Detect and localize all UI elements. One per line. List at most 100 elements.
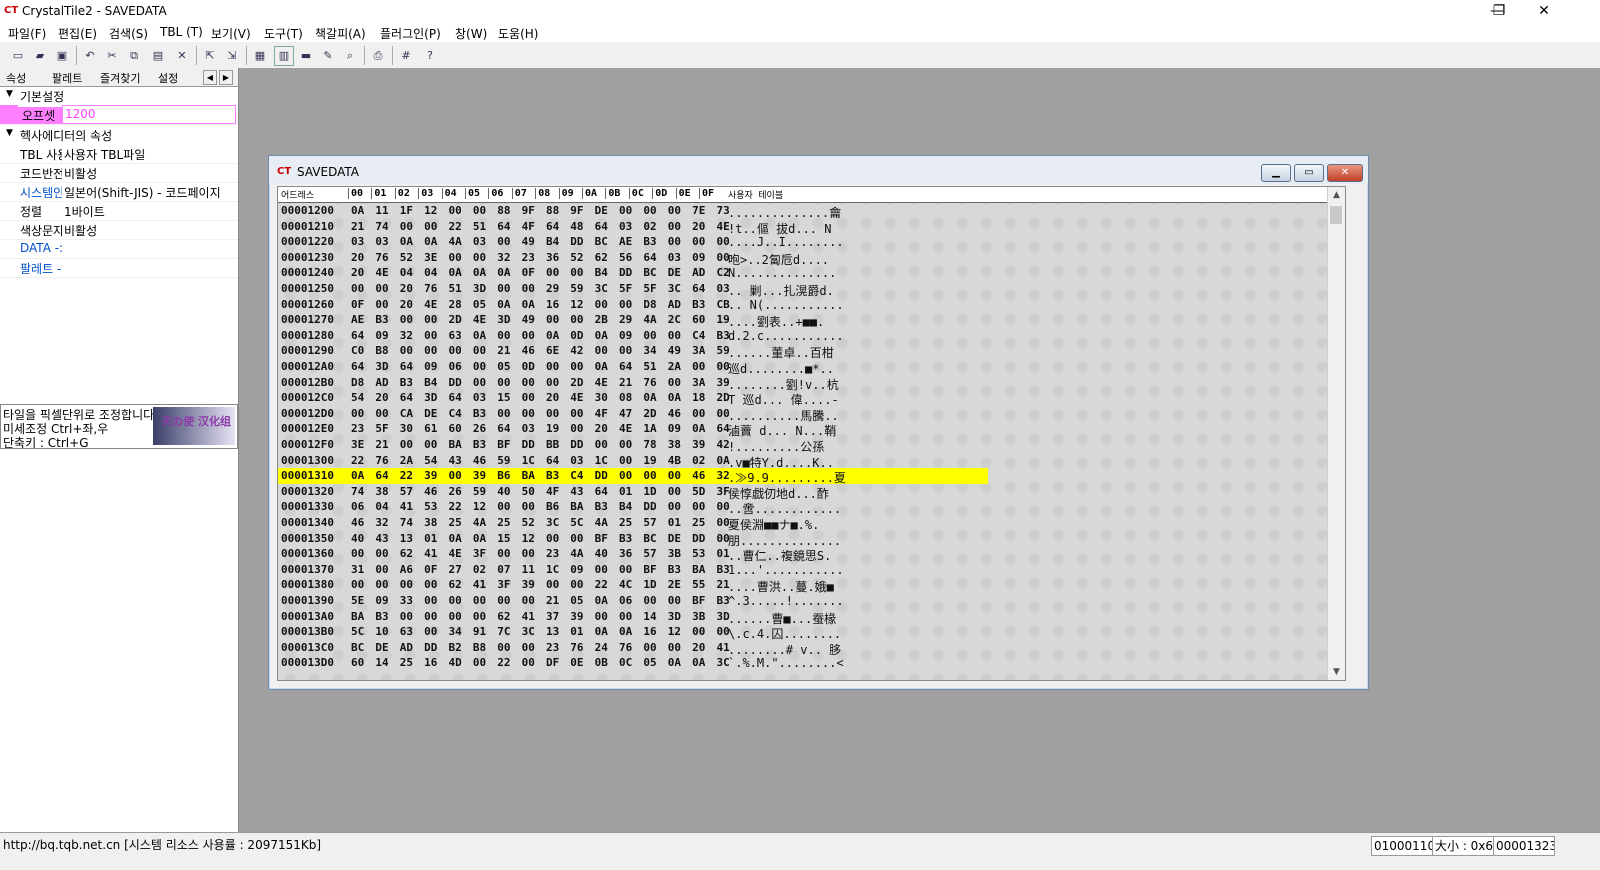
hex-bytes[interactable]: 64 3D 64 09 06 00 05 0D 00 00 0A 64 51 2… (351, 360, 730, 373)
prop-offset[interactable]: 오프셋 1200 (0, 105, 238, 125)
scroll-up-icon[interactable]: ▲ (1328, 187, 1345, 203)
scroll-down-icon[interactable]: ▼ (1328, 664, 1345, 680)
child-maximize-button[interactable]: ▭ (1294, 164, 1324, 182)
hex-row[interactable]: 00001240 20 4E 04 04 0A 0A 0A 0F 00 00 B4… (278, 265, 988, 281)
child-minimize-button[interactable]: ▁ (1261, 164, 1291, 182)
menu-tools[interactable]: 도구(T) (264, 25, 303, 42)
menu-window[interactable]: 창(W) (455, 25, 487, 42)
vertical-scrollbar[interactable]: ▲ ▼ (1327, 187, 1345, 680)
hex-bytes[interactable]: BA B3 00 00 00 00 62 41 37 39 00 00 14 3… (351, 610, 730, 623)
hex-bytes[interactable]: 64 09 32 00 63 0A 00 00 0A 0D 0A 09 00 0… (351, 329, 730, 342)
hex-bytes[interactable]: 00 00 00 00 62 41 3F 39 00 00 22 4C 1D 2… (351, 578, 730, 591)
hex-bytes[interactable]: C0 B8 00 00 00 00 21 46 6E 42 00 00 34 4… (351, 344, 730, 357)
edit-icon[interactable]: ✎ (318, 46, 338, 66)
hex-bytes[interactable]: 54 20 64 3D 64 03 15 00 20 4E 30 08 0A 0… (351, 391, 730, 404)
hex-row[interactable]: 00001220 03 03 0A 0A 4A 03 00 49 B4 DD BC… (278, 234, 988, 250)
tab-scroll-right-icon[interactable]: ▶ (219, 70, 233, 85)
prop-code-reverse[interactable]: 코드반전 비활성 (0, 163, 238, 183)
hex-bytes[interactable]: 21 74 00 00 22 51 64 4F 64 48 64 03 02 0… (351, 220, 730, 233)
hex-text[interactable]: d.2.c........... (728, 329, 844, 343)
menu-tbl[interactable]: TBL (T) (160, 25, 203, 39)
hex-text[interactable]: `.%.M."........< (728, 656, 844, 670)
hex-row[interactable]: 00001390 5E 09 33 00 00 00 00 00 21 05 0A… (278, 593, 988, 609)
menu-bookmark[interactable]: 책갈피(A) (315, 25, 366, 42)
hex-row[interactable]: 00001360 00 00 62 41 4E 3F 00 00 23 4A 40… (278, 546, 988, 563)
hex-bytes[interactable]: 23 5F 30 61 60 26 64 03 19 00 20 4E 1A 0… (351, 422, 730, 435)
hex-bytes[interactable]: D8 AD B3 B4 DD 00 00 00 00 2D 4E 21 76 0… (351, 376, 730, 389)
close-button[interactable]: ✕ (1521, 0, 1567, 22)
hex-bytes[interactable]: 20 76 52 3E 00 00 32 23 36 52 62 56 64 0… (351, 251, 730, 264)
hex-row[interactable]: 00001300 22 76 2A 54 43 46 59 1C 64 03 1C… (278, 453, 988, 470)
hex-row[interactable]: 000013C0 BC DE AD DD B2 B8 00 00 23 76 24… (278, 640, 988, 657)
hex-bytes[interactable]: BC DE AD DD B2 B8 00 00 23 76 24 76 00 0… (351, 641, 730, 654)
hex-row[interactable]: 000012F0 3E 21 00 00 BA B3 BF DD BB DD 00… (278, 437, 988, 454)
hex-bytes[interactable]: 00 00 62 41 4E 3F 00 00 23 4A 40 36 57 3… (351, 547, 730, 560)
delete-icon[interactable]: ✕ (172, 46, 192, 66)
hex-bytes[interactable]: 74 38 57 46 26 59 40 50 4F 43 64 01 1D 0… (351, 485, 730, 498)
hex-row[interactable]: 00001310 0A 64 22 39 00 39 B6 BA B3 C4 DD… (278, 468, 988, 485)
cut-icon[interactable]: ✂ (102, 46, 122, 66)
hex-bytes[interactable]: 0A 11 1F 12 00 00 88 9F 88 9F DE 00 00 0… (351, 204, 730, 217)
hex-bytes[interactable]: 20 4E 04 04 0A 0A 0A 0F 00 00 B4 DD BC D… (351, 266, 730, 279)
menu-edit[interactable]: 편집(E) (58, 25, 97, 42)
restore-button[interactable]: ❐ (1476, 0, 1522, 22)
hex-row[interactable]: 00001270 AE B3 00 00 2D 4E 3D 49 00 00 2B… (278, 312, 988, 329)
hex-row[interactable]: 00001370 31 00 A6 0F 27 02 07 11 1C 09 00… (278, 562, 988, 578)
hex-row[interactable]: 000012E0 23 5F 30 61 60 26 64 03 19 00 20… (278, 421, 988, 438)
menu-help[interactable]: 도움(H) (498, 25, 538, 42)
text-view-icon[interactable]: ▬ (296, 46, 316, 66)
help-icon[interactable]: ? (420, 46, 440, 66)
hex-row[interactable]: 00001320 74 38 57 46 26 59 40 50 4F 43 64… (278, 484, 988, 501)
hex-bytes[interactable]: 00 00 20 76 51 3D 00 00 29 59 3C 5F 5F 3… (351, 282, 730, 295)
hex-text[interactable]: ^.3.....!....... (728, 594, 844, 608)
search-icon[interactable]: ⌕ (340, 46, 360, 66)
hex-bytes[interactable]: 22 76 2A 54 43 46 59 1C 64 03 1C 00 19 4… (351, 454, 730, 467)
hex-editor[interactable]: 어드레스 사용자 테이블 00 01 02 03 04 05 06 07 08 09 0A 0B 0C 0… (277, 186, 1346, 681)
prop-tbl[interactable]: TBL 사용 사용자 TBL파일 (0, 144, 238, 164)
group-hex-editor[interactable]: ▼ 헥사에디터의 속성 (0, 125, 238, 144)
hex-bytes[interactable]: 00 00 CA DE C4 B3 00 00 00 00 4F 47 2D 4… (351, 407, 730, 420)
prop-palette[interactable]: 팔레트 - (0, 258, 238, 278)
hex-row[interactable]: 00001200 0A 11 1F 12 00 00 88 9F 88 9F DE… (278, 203, 988, 220)
prop-color-text[interactable]: 색상문자 비활성 (0, 220, 238, 240)
hex-row[interactable]: 000013D0 60 14 25 16 4D 00 22 00 DF 0E 0B… (278, 655, 988, 671)
hex-bytes[interactable]: 60 14 25 16 4D 00 22 00 DF 0E 0B 0C 05 0… (351, 656, 730, 669)
hex-text[interactable]: ....J..I........ (728, 235, 844, 249)
hex-view-icon[interactable]: ▥ (274, 46, 294, 66)
export-icon[interactable]: ⇲ (222, 46, 242, 66)
tab-properties[interactable]: 속성 (6, 70, 26, 86)
hex-row[interactable]: 000012B0 D8 AD B3 B4 DD 00 00 00 00 2D 4E… (278, 375, 988, 392)
hex-row[interactable]: 000012C0 54 20 64 3D 64 03 15 00 20 4E 30… (278, 390, 988, 407)
hex-row[interactable]: 000012D0 00 00 CA DE C4 B3 00 00 00 00 4F… (278, 406, 988, 423)
undo-icon[interactable]: ↶ (80, 46, 100, 66)
copy-icon[interactable]: ⧉ (124, 46, 144, 66)
hex-row[interactable]: 00001280 64 09 32 00 63 0A 00 00 0A 0D 0A… (278, 328, 988, 344)
menu-plugin[interactable]: 플러그인(P) (380, 25, 441, 42)
group-basic[interactable]: ▼ 기본설정 (0, 86, 238, 105)
hex-row[interactable]: 00001380 00 00 00 00 62 41 3F 39 00 00 22… (278, 577, 988, 594)
hex-row[interactable]: 000012A0 64 3D 64 09 06 00 05 0D 00 00 0A… (278, 359, 988, 376)
offset-input[interactable]: 1200 (62, 105, 236, 124)
hex-bytes[interactable]: 03 03 0A 0A 4A 03 00 49 B4 DD BC AE B3 0… (351, 235, 730, 248)
hex-bytes[interactable]: 5C 10 63 00 34 91 7C 3C 13 01 0A 0A 16 1… (351, 625, 730, 638)
hex-bytes[interactable]: 06 04 41 53 22 12 00 00 B6 BA B3 B4 DD 0… (351, 500, 730, 513)
hex-bytes[interactable]: 0F 00 20 4E 28 05 0A 0A 16 12 00 00 D8 A… (351, 298, 730, 311)
prop-encoding[interactable]: 시스템인코딩 일본어(Shift-JIS) - 코드페이지 (0, 182, 238, 202)
import-icon[interactable]: ⇱ (200, 46, 220, 66)
prop-align[interactable]: 정렬 1바이트 (0, 201, 238, 221)
scroll-thumb[interactable] (1330, 206, 1342, 224)
menu-file[interactable]: 파일(F) (8, 25, 46, 42)
menu-search[interactable]: 검색(S) (109, 25, 148, 42)
savedata-window[interactable]: CT SAVEDATA ▁ ▭ ✕ 어드레스 사용자 테이블 00 01 02 03 0… (268, 155, 1369, 690)
hex-text[interactable]: .. N(........... (728, 298, 844, 312)
hex-row[interactable]: 00001210 21 74 00 00 22 51 64 4F 64 48 64… (278, 219, 988, 236)
save-icon[interactable]: ▣ (52, 46, 72, 66)
paste-icon[interactable]: ▤ (148, 46, 168, 66)
tab-settings[interactable]: 설정 (158, 70, 178, 86)
hex-row[interactable]: 00001250 00 00 20 76 51 3D 00 00 29 59 3C… (278, 281, 988, 298)
hex-bytes[interactable]: 46 32 74 38 25 4A 25 52 3C 5C 4A 25 57 0… (351, 516, 730, 529)
hex-row[interactable]: 000013B0 5C 10 63 00 34 91 7C 3C 13 01 0A… (278, 624, 988, 641)
print-icon[interactable]: ⎙ (368, 46, 388, 66)
hex-bytes[interactable]: 0A 64 22 39 00 39 B6 BA B3 C4 DD 00 00 0… (351, 469, 730, 482)
tab-palette[interactable]: 팔레트 (52, 70, 82, 86)
